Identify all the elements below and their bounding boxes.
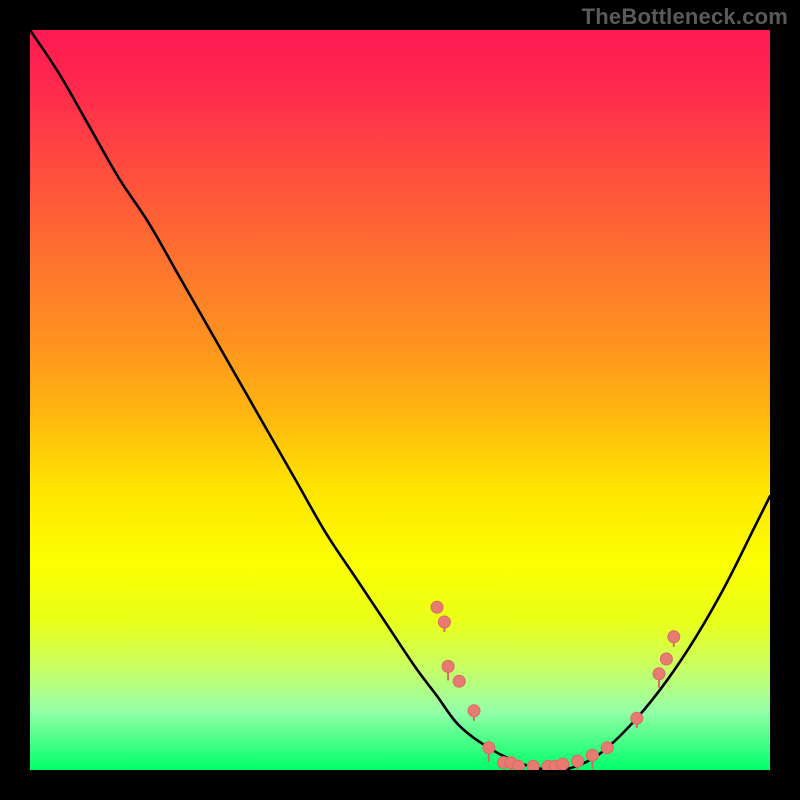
data-point [668, 631, 680, 643]
data-point [453, 675, 465, 687]
watermark-text: TheBottleneck.com [582, 4, 788, 30]
data-point [442, 660, 454, 672]
curve-path [30, 30, 770, 770]
data-point [572, 755, 584, 767]
chart-svg [30, 30, 770, 770]
data-point [660, 653, 672, 665]
plot-area [30, 30, 770, 770]
data-point [483, 742, 495, 754]
data-point [512, 760, 524, 770]
data-point [527, 760, 539, 770]
points-group [431, 601, 680, 770]
data-point [468, 705, 480, 717]
chart-frame: TheBottleneck.com [0, 0, 800, 800]
data-point [431, 601, 443, 613]
data-point [601, 742, 613, 754]
data-point [586, 749, 598, 761]
data-point [438, 616, 450, 628]
data-point [557, 758, 569, 770]
data-point [653, 668, 665, 680]
data-point [631, 712, 643, 724]
